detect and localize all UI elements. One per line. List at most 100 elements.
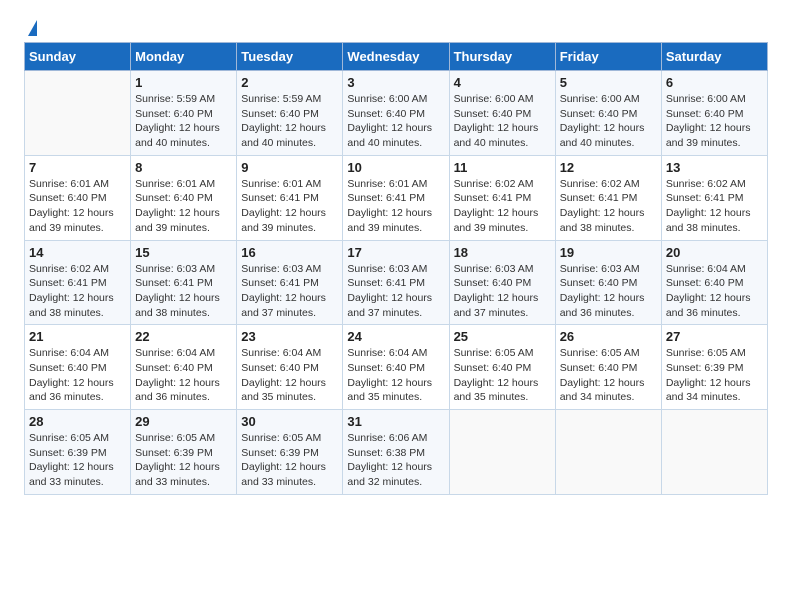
calendar-cell: 18 Sunrise: 6:03 AMSunset: 6:40 PMDayligh… — [449, 240, 555, 325]
day-info: Sunrise: 6:04 AMSunset: 6:40 PMDaylight:… — [135, 346, 232, 405]
day-number: 16 — [241, 245, 338, 260]
day-number: 9 — [241, 160, 338, 175]
day-number: 25 — [454, 329, 551, 344]
day-info: Sunrise: 6:01 AMSunset: 6:40 PMDaylight:… — [135, 177, 232, 236]
day-info: Sunrise: 6:01 AMSunset: 6:41 PMDaylight:… — [241, 177, 338, 236]
calendar-header: SundayMondayTuesdayWednesdayThursdayFrid… — [25, 43, 768, 71]
column-header-friday: Friday — [555, 43, 661, 71]
day-info: Sunrise: 6:00 AMSunset: 6:40 PMDaylight:… — [347, 92, 444, 151]
day-number: 14 — [29, 245, 126, 260]
calendar-cell: 29Sunrise: 6:05 AMSunset: 6:39 PMDayligh… — [131, 410, 237, 495]
calendar-cell — [661, 410, 767, 495]
calendar-cell: 21 Sunrise: 6:04 AMSunset: 6:40 PMDayligh… — [25, 325, 131, 410]
day-number: 1 — [135, 75, 232, 90]
calendar-cell: 2 Sunrise: 5:59 AMSunset: 6:40 PMDaylight… — [237, 71, 343, 156]
calendar-cell — [555, 410, 661, 495]
day-number: 6 — [666, 75, 763, 90]
day-number: 18 — [454, 245, 551, 260]
day-info: Sunrise: 6:00 AMSunset: 6:40 PMDaylight:… — [560, 92, 657, 151]
column-header-saturday: Saturday — [661, 43, 767, 71]
day-number: 29 — [135, 414, 232, 429]
calendar-cell: 16 Sunrise: 6:03 AMSunset: 6:41 PMDayligh… — [237, 240, 343, 325]
calendar-cell: 26 Sunrise: 6:05 AMSunset: 6:40 PMDayligh… — [555, 325, 661, 410]
calendar-cell: 20 Sunrise: 6:04 AMSunset: 6:40 PMDayligh… — [661, 240, 767, 325]
day-number: 10 — [347, 160, 444, 175]
day-number: 11 — [454, 160, 551, 175]
column-header-monday: Monday — [131, 43, 237, 71]
day-info: Sunrise: 6:05 AMSunset: 6:39 PMDaylight:… — [241, 431, 338, 490]
calendar-cell: 31 Sunrise: 6:06 AMSunset: 6:38 PMDayligh… — [343, 410, 449, 495]
day-number: 12 — [560, 160, 657, 175]
day-number: 23 — [241, 329, 338, 344]
day-info: Sunrise: 6:05 AMSunset: 6:40 PMDaylight:… — [454, 346, 551, 405]
calendar-cell: 22 Sunrise: 6:04 AMSunset: 6:40 PMDayligh… — [131, 325, 237, 410]
day-info: Sunrise: 6:03 AMSunset: 6:40 PMDaylight:… — [454, 262, 551, 321]
calendar-cell: 1 Sunrise: 5:59 AMSunset: 6:40 PMDaylight… — [131, 71, 237, 156]
calendar-cell: 30 Sunrise: 6:05 AMSunset: 6:39 PMDayligh… — [237, 410, 343, 495]
calendar-cell: 23Sunrise: 6:04 AMSunset: 6:40 PMDayligh… — [237, 325, 343, 410]
day-info: Sunrise: 6:01 AMSunset: 6:40 PMDaylight:… — [29, 177, 126, 236]
column-header-tuesday: Tuesday — [237, 43, 343, 71]
calendar-cell: 17 Sunrise: 6:03 AMSunset: 6:41 PMDayligh… — [343, 240, 449, 325]
day-info: Sunrise: 6:03 AMSunset: 6:41 PMDaylight:… — [241, 262, 338, 321]
day-info: Sunrise: 6:04 AMSunset: 6:40 PMDaylight:… — [666, 262, 763, 321]
calendar-cell: 14 Sunrise: 6:02 AMSunset: 6:41 PMDayligh… — [25, 240, 131, 325]
calendar-cell: 28Sunrise: 6:05 AMSunset: 6:39 PMDayligh… — [25, 410, 131, 495]
day-number: 26 — [560, 329, 657, 344]
day-number: 21 — [29, 329, 126, 344]
calendar-cell: 19Sunrise: 6:03 AMSunset: 6:40 PMDayligh… — [555, 240, 661, 325]
calendar-cell: 8 Sunrise: 6:01 AMSunset: 6:40 PMDaylight… — [131, 155, 237, 240]
day-info: Sunrise: 6:01 AMSunset: 6:41 PMDaylight:… — [347, 177, 444, 236]
calendar-cell: 6 Sunrise: 6:00 AMSunset: 6:40 PMDaylight… — [661, 71, 767, 156]
calendar-cell: 13 Sunrise: 6:02 AMSunset: 6:41 PMDayligh… — [661, 155, 767, 240]
day-number: 30 — [241, 414, 338, 429]
calendar-cell: 7 Sunrise: 6:01 AMSunset: 6:40 PMDaylight… — [25, 155, 131, 240]
day-number: 2 — [241, 75, 338, 90]
day-number: 17 — [347, 245, 444, 260]
day-info: Sunrise: 6:05 AMSunset: 6:39 PMDaylight:… — [666, 346, 763, 405]
column-header-wednesday: Wednesday — [343, 43, 449, 71]
day-info: Sunrise: 6:04 AMSunset: 6:40 PMDaylight:… — [347, 346, 444, 405]
calendar-cell — [25, 71, 131, 156]
day-number: 8 — [135, 160, 232, 175]
calendar-cell: 5 Sunrise: 6:00 AMSunset: 6:40 PMDaylight… — [555, 71, 661, 156]
calendar-cell: 15 Sunrise: 6:03 AMSunset: 6:41 PMDayligh… — [131, 240, 237, 325]
logo — [24, 20, 37, 36]
day-number: 4 — [454, 75, 551, 90]
day-info: Sunrise: 6:02 AMSunset: 6:41 PMDaylight:… — [29, 262, 126, 321]
day-number: 5 — [560, 75, 657, 90]
day-number: 13 — [666, 160, 763, 175]
logo-arrow-icon — [28, 20, 37, 36]
day-number: 7 — [29, 160, 126, 175]
day-number: 22 — [135, 329, 232, 344]
day-info: Sunrise: 6:02 AMSunset: 6:41 PMDaylight:… — [454, 177, 551, 236]
calendar-cell: 27 Sunrise: 6:05 AMSunset: 6:39 PMDayligh… — [661, 325, 767, 410]
calendar-cell: 3Sunrise: 6:00 AMSunset: 6:40 PMDaylight… — [343, 71, 449, 156]
calendar-cell: 25 Sunrise: 6:05 AMSunset: 6:40 PMDayligh… — [449, 325, 555, 410]
day-info: Sunrise: 5:59 AMSunset: 6:40 PMDaylight:… — [241, 92, 338, 151]
day-info: Sunrise: 6:06 AMSunset: 6:38 PMDaylight:… — [347, 431, 444, 490]
column-header-thursday: Thursday — [449, 43, 555, 71]
day-number: 19 — [560, 245, 657, 260]
day-info: Sunrise: 5:59 AMSunset: 6:40 PMDaylight:… — [135, 92, 232, 151]
day-info: Sunrise: 6:05 AMSunset: 6:40 PMDaylight:… — [560, 346, 657, 405]
column-header-sunday: Sunday — [25, 43, 131, 71]
day-info: Sunrise: 6:00 AMSunset: 6:40 PMDaylight:… — [666, 92, 763, 151]
day-number: 20 — [666, 245, 763, 260]
day-number: 31 — [347, 414, 444, 429]
day-info: Sunrise: 6:03 AMSunset: 6:41 PMDaylight:… — [135, 262, 232, 321]
day-number: 24 — [347, 329, 444, 344]
day-info: Sunrise: 6:04 AMSunset: 6:40 PMDaylight:… — [29, 346, 126, 405]
calendar-cell: 9 Sunrise: 6:01 AMSunset: 6:41 PMDaylight… — [237, 155, 343, 240]
day-number: 15 — [135, 245, 232, 260]
day-info: Sunrise: 6:00 AMSunset: 6:40 PMDaylight:… — [454, 92, 551, 151]
calendar-cell: 4 Sunrise: 6:00 AMSunset: 6:40 PMDaylight… — [449, 71, 555, 156]
calendar-cell: 10 Sunrise: 6:01 AMSunset: 6:41 PMDayligh… — [343, 155, 449, 240]
day-number: 27 — [666, 329, 763, 344]
day-info: Sunrise: 6:05 AMSunset: 6:39 PMDaylight:… — [29, 431, 126, 490]
calendar-cell: 11 Sunrise: 6:02 AMSunset: 6:41 PMDayligh… — [449, 155, 555, 240]
calendar-cell — [449, 410, 555, 495]
day-info: Sunrise: 6:03 AMSunset: 6:41 PMDaylight:… — [347, 262, 444, 321]
page-header — [24, 20, 768, 36]
day-info: Sunrise: 6:02 AMSunset: 6:41 PMDaylight:… — [666, 177, 763, 236]
